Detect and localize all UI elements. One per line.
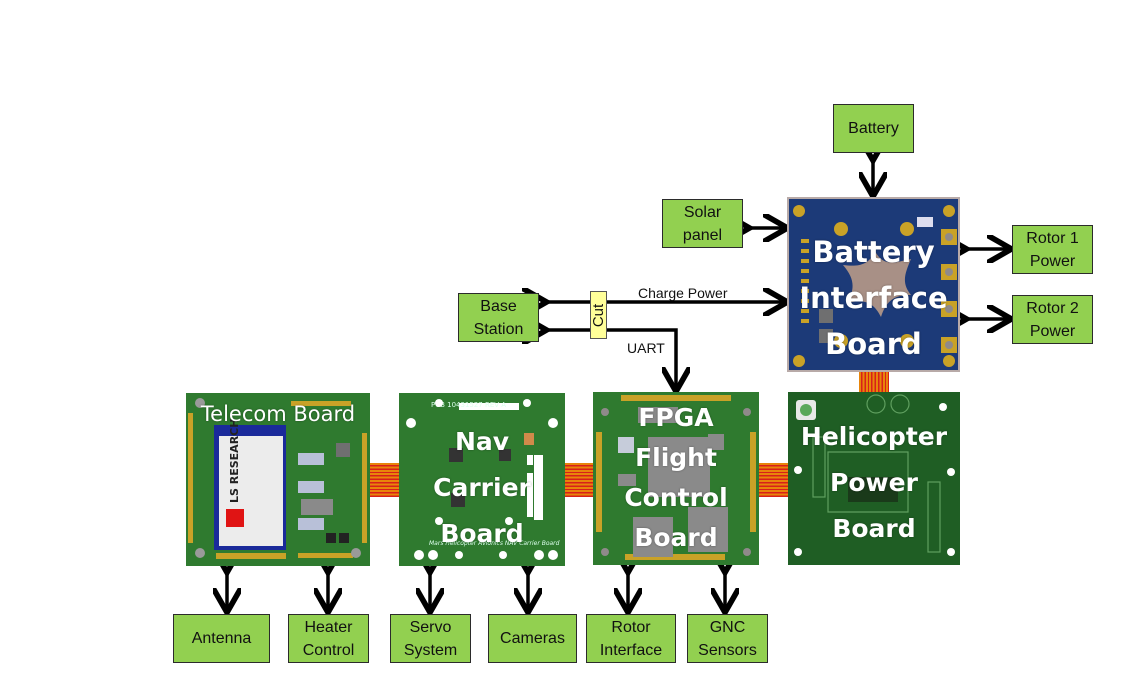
base-station-block[interactable]: Base Station — [458, 293, 539, 342]
flex-cable-nav-fpga — [564, 463, 594, 497]
fpga-board-art — [596, 395, 756, 560]
flex-cable-fpga-helicopter — [758, 463, 788, 497]
rotor1-power-block[interactable]: Rotor 1 Power — [1012, 225, 1093, 274]
antenna-block[interactable]: Antenna — [173, 614, 270, 663]
helicopter-power-board[interactable]: Helicopter Power Board — [788, 392, 960, 565]
uart-label: UART — [627, 340, 665, 356]
charge-power-label: Charge Power — [638, 285, 728, 301]
battery-interface-board[interactable]: Battery Interface Board — [787, 197, 960, 372]
avionics-block-diagram: Charge Power UART Cut Battery Solar pane… — [0, 0, 1127, 694]
telecom-board[interactable]: LS RESEARCH Telecom Board — [186, 393, 370, 566]
cameras-block[interactable]: Cameras — [488, 614, 577, 663]
uart-arrow — [543, 330, 676, 388]
flex-cable-bib-helicopter — [859, 372, 889, 392]
solar-panel-block[interactable]: Solar panel — [662, 199, 743, 248]
nav-carrier-board[interactable]: PCB 10431527 REV A Mars Helicopter Avion… — [399, 393, 565, 566]
battery-board-art — [793, 205, 957, 367]
cut-marker: Cut — [590, 291, 607, 339]
ls-research-text: LS RESEARCH — [228, 419, 241, 503]
nav-carrier-board-art: PCB 10431527 REV A Mars Helicopter Avion… — [406, 399, 560, 560]
nav-footer-text: Mars Helicopter Avionics NAV Carrier Boa… — [429, 540, 560, 547]
battery-block[interactable]: Battery — [833, 104, 914, 153]
flex-cable-telecom-nav — [370, 463, 399, 497]
helicopter-board-art — [794, 394, 955, 556]
servo-system-block[interactable]: Servo System — [390, 614, 471, 663]
cut-label: Cut — [590, 303, 607, 327]
telecom-board-art: LS RESEARCH — [188, 398, 367, 559]
rotor2-power-block[interactable]: Rotor 2 Power — [1012, 295, 1093, 344]
fpga-flight-control-board[interactable]: FPGA Flight Control Board — [593, 392, 759, 565]
rotor-interface-block[interactable]: Rotor Interface — [586, 614, 676, 663]
gnc-sensors-block[interactable]: GNC Sensors — [687, 614, 768, 663]
heater-control-block[interactable]: Heater Control — [288, 614, 369, 663]
